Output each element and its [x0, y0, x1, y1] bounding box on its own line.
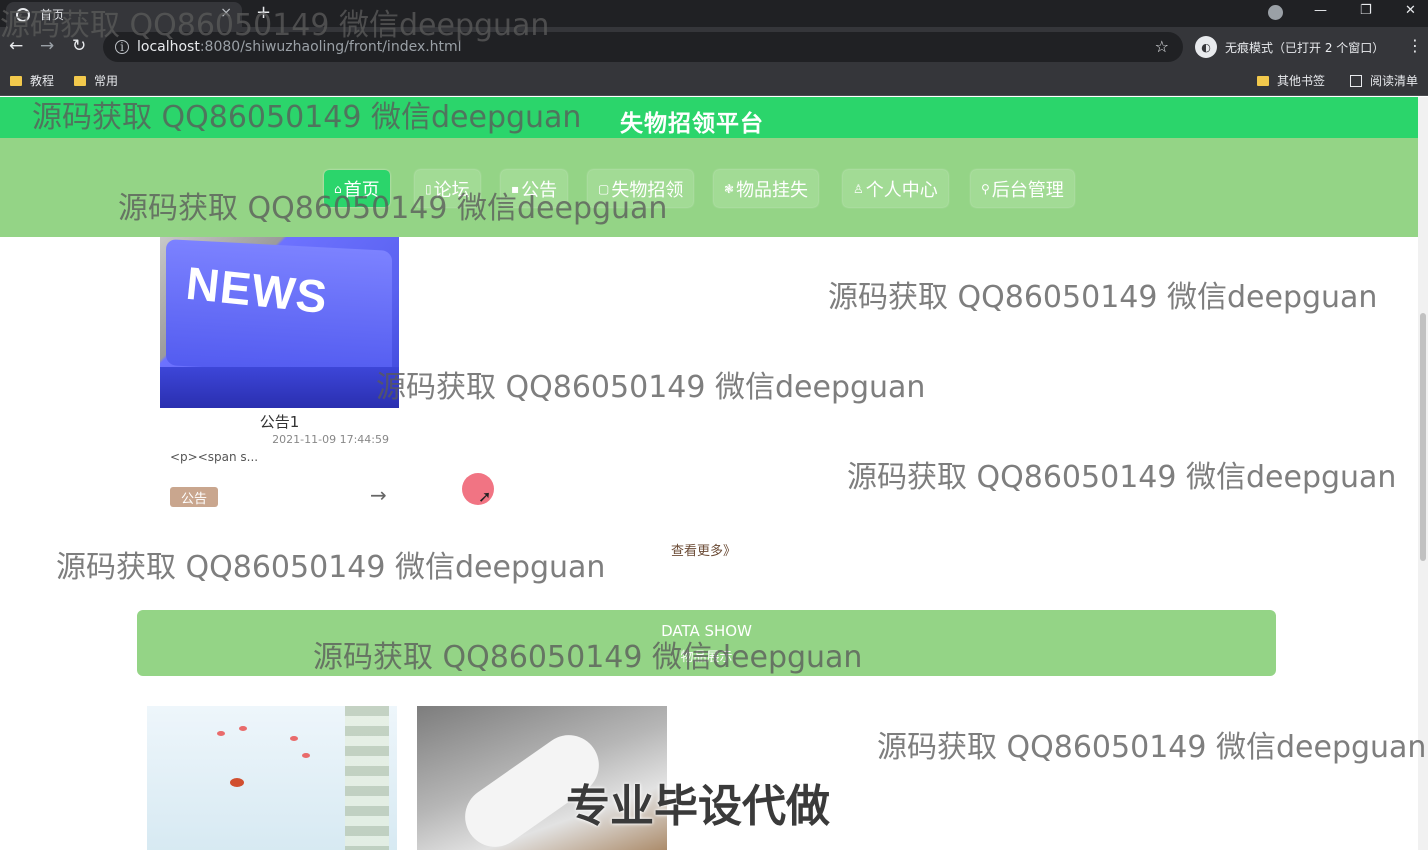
nav-label: 后台管理 [991, 179, 1064, 201]
forum-icon: ▯ [425, 181, 432, 196]
lost-found-icon: ▢ [598, 181, 610, 196]
restore-icon[interactable]: ❐ [1360, 3, 1372, 18]
bookmark-folder-common[interactable]: 常用 [74, 72, 118, 89]
bookmarks-bar: 教程 常用 其他书签 阅读清单 [0, 67, 1428, 96]
minimize-icon[interactable]: — [1314, 3, 1327, 18]
window-close-icon[interactable]: ✕ [1405, 3, 1416, 18]
site-header: 失物招领平台 [0, 97, 1418, 138]
site-title: 失物招领平台 [620, 111, 764, 137]
other-bookmarks[interactable]: 其他书签 [1257, 72, 1325, 89]
nav-label: 物品挂失 [736, 179, 809, 201]
incognito-icon: ◐ [1195, 36, 1217, 58]
address-bar[interactable]: i localhost:8080/shiwuzhaoling/front/ind… [103, 32, 1183, 62]
tab-title: 首页 [40, 8, 65, 22]
news-card[interactable]: NEWS 公告1 2021-11-09 17:44:59 <p><span s.… [160, 237, 399, 510]
reading-list-icon [1350, 74, 1362, 87]
incognito-indicator[interactable]: ◐ 无痕模式（已打开 2 个窗口） [1195, 32, 1395, 62]
nav-label: 公告 [521, 179, 558, 201]
view-more-link[interactable]: 查看更多》 [671, 540, 736, 559]
browser-tab-strip: 首页 × + — ❐ ✕ [0, 0, 1428, 27]
thumbnail-decoration [345, 706, 389, 850]
bookmark-star-icon[interactable]: ☆ [1155, 37, 1169, 56]
main-nav: ⌂ 首页 ▯ 论坛 ▪ 公告 ▢ 失物招领 ❃ 物品挂失 ♙ 个人中心 ⚲ 后台… [0, 138, 1418, 237]
reading-list[interactable]: 阅读清单 [1350, 72, 1418, 89]
page-viewport: 失物招领平台 ⌂ 首页 ▯ 论坛 ▪ 公告 ▢ 失物招领 ❃ 物品挂失 ♙ 个人… [0, 97, 1418, 850]
browser-toolbar: ← → ↻ i localhost:8080/shiwuzhaoling/fro… [0, 27, 1428, 67]
nav-forum[interactable]: ▯ 论坛 [415, 170, 480, 207]
mouse-cursor-icon: ➚ [478, 487, 492, 506]
browser-tab[interactable]: 首页 × [6, 2, 242, 27]
nav-label: 个人中心 [865, 179, 938, 201]
nav-label: 论坛 [433, 179, 470, 201]
report-lost-icon: ❃ [724, 181, 735, 196]
petal [302, 753, 310, 758]
reading-list-label: 阅读清单 [1370, 74, 1419, 88]
folder-icon [1257, 75, 1269, 86]
forward-icon[interactable]: → [40, 36, 54, 56]
url-path: :8080/shiwuzhaoling/front/index.html [199, 39, 462, 55]
nav-announcements[interactable]: ▪ 公告 [501, 170, 568, 207]
news-image-base [160, 367, 399, 408]
arrow-right-icon[interactable]: → [370, 483, 387, 507]
nav-admin[interactable]: ⚲ 后台管理 [971, 170, 1074, 207]
thumbnail-object [453, 723, 611, 850]
scrollbar-thumb[interactable] [1420, 313, 1426, 561]
incognito-label: 无痕模式（已打开 2 个窗口） [1225, 40, 1385, 55]
bookmark-folder-tutorial[interactable]: 教程 [10, 72, 54, 89]
item-thumbnail[interactable] [417, 706, 667, 850]
nav-home[interactable]: ⌂ 首页 [324, 170, 390, 207]
petal [239, 726, 247, 731]
butterfly [230, 778, 244, 787]
nav-label: 首页 [343, 179, 380, 201]
nav-lost-found[interactable]: ▢ 失物招领 [588, 170, 694, 207]
other-bookmarks-label: 其他书签 [1277, 74, 1326, 88]
petal [217, 731, 225, 736]
data-show-subtitle: 物品展示 [680, 650, 733, 665]
home-icon: ⌂ [334, 181, 342, 196]
page-scrollbar[interactable] [1418, 97, 1428, 850]
folder-icon [74, 75, 86, 86]
news-excerpt: <p><span s... [170, 450, 259, 464]
data-show-banner: DATA SHOW 物品展示 [137, 610, 1276, 676]
site-info-icon[interactable]: i [115, 40, 129, 54]
news-image: NEWS [160, 237, 399, 408]
bookmark-label: 常用 [94, 74, 119, 88]
reload-icon[interactable]: ↻ [72, 36, 86, 56]
folder-icon [10, 75, 22, 86]
news-title: 公告1 [259, 413, 300, 431]
bookmark-label: 教程 [30, 74, 55, 88]
tab-close-icon[interactable]: × [220, 5, 232, 21]
item-thumbnail[interactable] [147, 706, 397, 850]
nav-label: 失物招领 [611, 179, 684, 201]
browser-menu-icon[interactable]: ⋮ [1407, 36, 1423, 55]
link-icon: ⚲ [981, 181, 990, 196]
nav-profile[interactable]: ♙ 个人中心 [843, 170, 948, 207]
tab-search-icon[interactable] [1268, 5, 1283, 20]
petal [290, 736, 298, 741]
user-icon: ♙ [853, 181, 864, 196]
news-tag-badge: 公告 [170, 487, 218, 507]
new-tab-button[interactable]: + [256, 2, 271, 23]
page-favicon-icon [16, 7, 30, 22]
back-icon[interactable]: ← [9, 36, 23, 56]
data-show-title: DATA SHOW [661, 622, 752, 640]
news-date: 2021-11-09 17:44:59 [272, 433, 389, 446]
url-host: localhost [137, 39, 200, 55]
nav-report-lost[interactable]: ❃ 物品挂失 [714, 170, 819, 207]
announcement-icon: ▪ [511, 181, 520, 196]
